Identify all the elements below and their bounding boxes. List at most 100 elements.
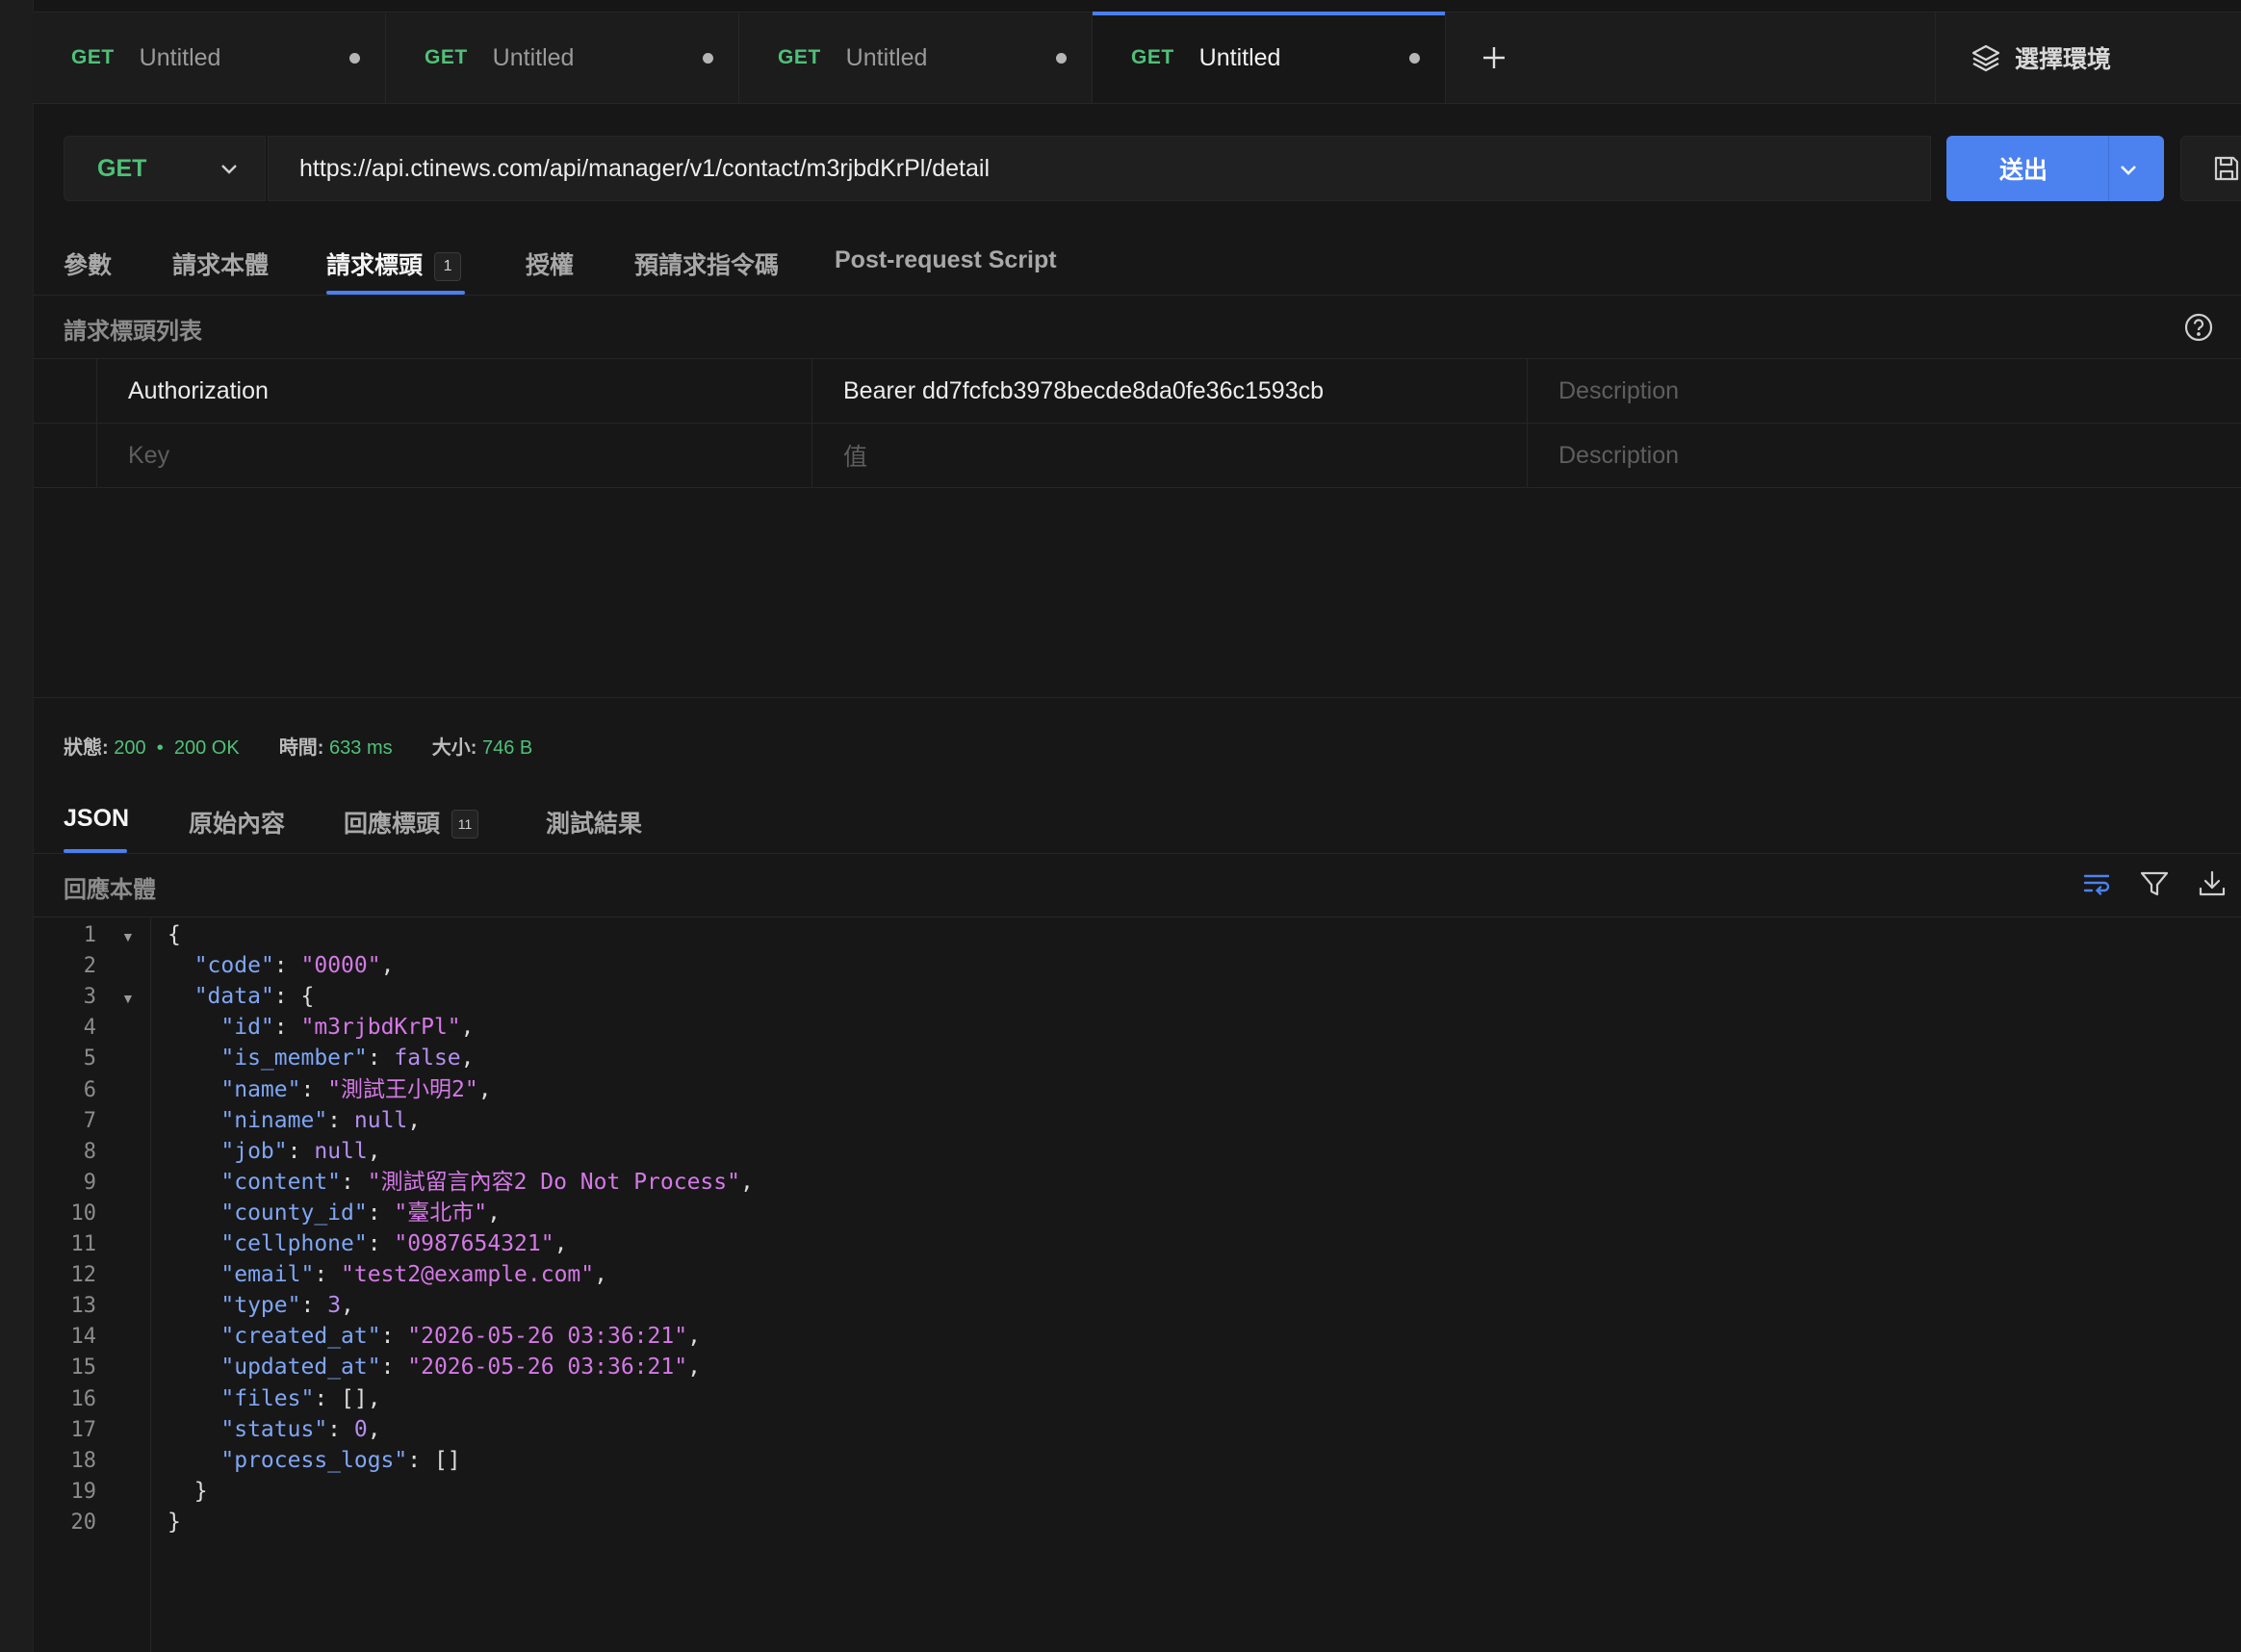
tab-json[interactable]: JSON — [64, 805, 129, 833]
line-number: 6 — [83, 1077, 96, 1102]
size-label: 大小: — [431, 737, 477, 759]
code-line: "updated_at": "2026-05-26 03:36:21", — [220, 1355, 701, 1381]
code-line: "process_logs": [] — [220, 1447, 461, 1473]
line-number: 4 — [83, 1016, 96, 1041]
request-section-tabs: 參數 請求本體 請求標頭 1 授權 預請求指令碼 Post-request Scr… — [33, 231, 2241, 296]
code-line: "email": "test2@example.com", — [220, 1262, 607, 1288]
tab-pre-request-script[interactable]: 預請求指令碼 — [634, 246, 779, 281]
fold-toggle-icon[interactable]: ▼ — [121, 991, 135, 1006]
tab-method: GET — [425, 46, 468, 68]
wrap-lines-icon[interactable] — [2081, 868, 2112, 904]
status-label: 狀態: — [64, 737, 109, 759]
header-value: Bearer dd7fcfcb3978becde8da0fe36c1593cb — [843, 376, 1325, 404]
unsaved-dot-icon[interactable] — [1056, 53, 1067, 64]
tab-response-headers-label: 回應標頭 — [344, 811, 441, 838]
response-json-viewer[interactable]: 1 ▼ 2 3 ▼ 4 5 6 7 8 9 10 11 12 13 14 15 16 17 18 19 20 { "cod… — [33, 917, 2241, 1652]
line-number: 15 — [70, 1355, 97, 1381]
tab-params[interactable]: 參數 — [64, 246, 112, 281]
tab-response-headers[interactable]: 回應標頭 11 — [344, 805, 479, 839]
line-number: 13 — [70, 1294, 97, 1319]
chevron-down-icon — [221, 165, 237, 174]
request-tab-4-active[interactable]: GET Untitled — [1093, 12, 1446, 103]
time-label: 時間: — [278, 737, 324, 759]
status-code: 200 — [114, 737, 146, 759]
add-tab-button[interactable] — [1446, 13, 1542, 103]
method-value: GET — [97, 154, 147, 182]
code-line: "name": "測試王小明2", — [220, 1076, 492, 1102]
status-text: 200 OK — [173, 737, 240, 759]
code-line: "county_id": "臺北市", — [220, 1200, 501, 1226]
request-tab-3[interactable]: GET Untitled — [739, 13, 1093, 103]
response-section-tabs: JSON 原始內容 回應標頭 11 測試結果 — [33, 789, 2241, 854]
new-value-input[interactable]: 值 — [811, 424, 1527, 487]
code-line: } — [167, 1478, 208, 1504]
send-button[interactable]: 送出 — [1946, 136, 2164, 201]
tab-auth[interactable]: 授權 — [526, 246, 574, 281]
line-number: 10 — [70, 1200, 97, 1226]
fold-toggle-icon[interactable]: ▼ — [121, 929, 135, 944]
code-line: "code": "0000", — [193, 953, 395, 979]
header-value-field[interactable]: Bearer dd7fcfcb3978becde8da0fe36c1593cb — [811, 359, 1527, 423]
url-input[interactable]: https://api.ctinews.com/api/manager/v1/c… — [268, 136, 1931, 201]
send-split-divider — [2108, 136, 2109, 201]
description-placeholder: Description — [1558, 376, 1680, 404]
request-tab-2[interactable]: GET Untitled — [386, 13, 739, 103]
layers-icon — [1971, 44, 2000, 72]
tab-method: GET — [71, 46, 115, 68]
tab-post-request-script[interactable]: Post-request Script — [835, 246, 1057, 274]
unsaved-dot-icon[interactable] — [1409, 53, 1420, 64]
line-number: 18 — [70, 1448, 97, 1473]
code-line: "created_at": "2026-05-26 03:36:21", — [220, 1324, 701, 1350]
response-headers-count-badge: 11 — [451, 810, 479, 839]
tab-title: Untitled — [492, 43, 575, 71]
response-body-label: 回應本體 — [64, 877, 156, 903]
line-number: 12 — [70, 1263, 97, 1288]
panel-divider[interactable] — [33, 697, 2241, 698]
unsaved-dot-icon[interactable] — [703, 53, 713, 64]
help-circle-icon[interactable] — [2183, 312, 2214, 343]
request-tab-1[interactable]: GET Untitled — [33, 13, 386, 103]
tab-title: Untitled — [845, 43, 928, 71]
line-number: 9 — [83, 1170, 96, 1195]
tab-raw[interactable]: 原始內容 — [189, 805, 285, 839]
line-number: 8 — [83, 1139, 96, 1164]
url-value: https://api.ctinews.com/api/manager/v1/c… — [299, 154, 991, 182]
method-select[interactable]: GET — [64, 136, 266, 201]
response-status-line: 狀態: 200 • 200 OK 時間: 633 ms 大小: 746 B — [64, 737, 533, 759]
header-row: Authorization Bearer dd7fcfcb3978becde8d… — [33, 359, 2241, 424]
request-tab-bar: GET Untitled GET Untitled GET Untitled G… — [33, 12, 2241, 104]
filter-icon[interactable] — [2139, 868, 2170, 904]
code-line: "id": "m3rjbdKrPl", — [220, 1015, 475, 1041]
tab-headers-label: 請求標頭 — [326, 252, 424, 279]
tab-headers[interactable]: 請求標頭 1 — [326, 246, 462, 281]
download-icon[interactable] — [2197, 868, 2228, 904]
header-description-field[interactable]: Description — [1527, 359, 2241, 423]
plus-icon — [1483, 47, 1505, 68]
tab-body[interactable]: 請求本體 — [172, 246, 269, 281]
line-number: 3 — [83, 985, 96, 1010]
send-label: 送出 — [1998, 157, 2048, 184]
code-line: "content": "測試留言內容2 Do Not Process", — [220, 1169, 754, 1195]
new-description-input[interactable]: Description — [1527, 424, 2241, 487]
unsaved-dot-icon[interactable] — [349, 53, 360, 64]
environment-selector[interactable]: 選擇環境 — [1935, 13, 2241, 103]
chevron-down-icon[interactable] — [2118, 159, 2139, 180]
response-body-bar: 回應本體 — [33, 853, 2241, 917]
line-number: 7 — [83, 1108, 96, 1133]
code-line: { — [167, 922, 181, 947]
environment-label: 選擇環境 — [2015, 46, 2112, 73]
line-number: 2 — [83, 954, 96, 979]
left-sidebar-strip — [0, 0, 34, 1652]
save-button[interactable] — [2180, 136, 2241, 201]
header-key: Authorization — [128, 376, 269, 404]
tab-test-results[interactable]: 測試結果 — [546, 805, 642, 839]
new-key-input[interactable]: Key — [96, 424, 811, 487]
line-number: 1 — [83, 923, 96, 947]
code-line: } — [167, 1509, 181, 1535]
code-line: "job": null, — [220, 1138, 381, 1164]
response-time: 633 ms — [329, 737, 393, 759]
save-icon — [2214, 156, 2239, 181]
header-key-field[interactable]: Authorization — [96, 359, 811, 423]
code-line: "cellphone": "0987654321", — [220, 1231, 568, 1256]
headers-section-label: 請求標頭列表 — [64, 319, 202, 345]
